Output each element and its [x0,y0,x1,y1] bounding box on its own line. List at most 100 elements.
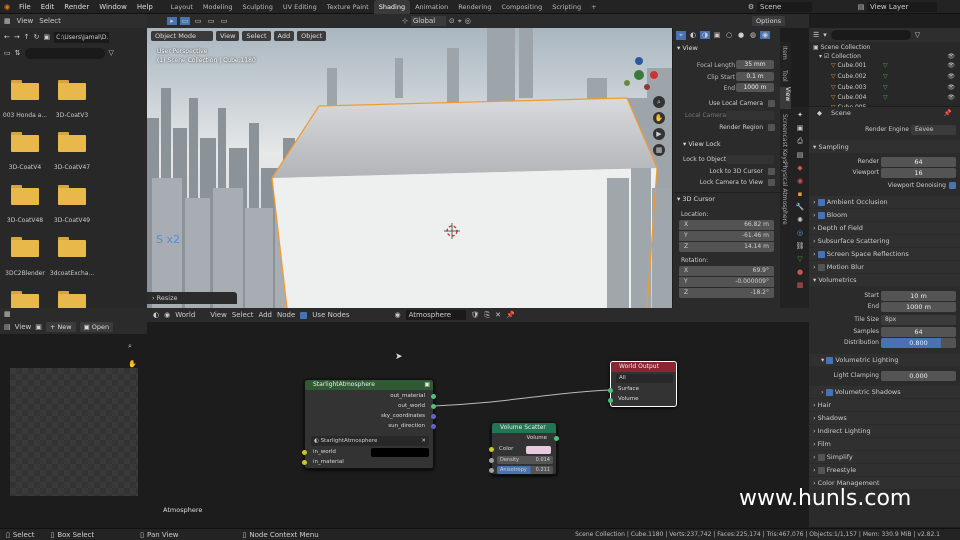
view-panel-header[interactable]: ▾ View [677,44,698,52]
outliner-item[interactable]: ▽ Cube.004 ▽ 👁 [831,94,959,101]
scatter-color-swatch[interactable] [526,446,551,454]
folder-icon[interactable] [58,80,86,100]
box-select-icon[interactable]: ▭ [180,17,190,25]
input-socket[interactable] [302,460,307,465]
xray-icon[interactable]: ▣ [712,31,722,39]
output-socket[interactable] [431,424,436,429]
motion-blur-panel[interactable]: › Motion Blur [809,261,960,273]
tool-settings-icon[interactable]: ✦ [797,111,803,119]
volumetric-shadows-checkbox[interactable] [825,388,833,396]
vol-end-field[interactable]: 1000 m [881,302,956,312]
local-camera-field[interactable] [726,111,774,120]
cursor-loc-x-field[interactable]: X 66.82 m [679,220,774,230]
display-mode-icon[interactable]: ▭ [4,49,11,57]
volumetric-lighting-checkbox[interactable] [826,356,834,364]
folder-icon[interactable] [58,132,86,152]
output-props-icon[interactable]: ⎙ [797,137,803,146]
render-engine-dropdown[interactable]: Eevee [911,125,956,135]
editor-type-icon[interactable]: ▦ [4,310,11,318]
menu-window[interactable]: Window [94,3,132,11]
zoom-icon[interactable]: ⌕ [128,342,132,351]
render-samples-field[interactable]: 64 [881,157,956,167]
vol-samples-field[interactable]: 64 [881,327,956,337]
indirect-lighting-panel[interactable]: › Indirect Lighting [809,425,960,437]
bloom-checkbox[interactable] [817,211,825,219]
input-socket[interactable] [302,450,307,455]
folder-icon[interactable] [11,132,39,152]
shading-rendered-icon[interactable]: ◉ [760,31,770,39]
freestyle-panel[interactable]: › Freestyle [809,464,960,476]
blender-logo-icon[interactable]: ◉ [0,3,14,11]
physics-props-icon[interactable]: ◎ [797,229,803,237]
hair-panel[interactable]: › Hair [809,399,960,411]
freestyle-checkbox[interactable] [817,466,825,474]
clip-start-field[interactable]: 0.1 m [736,72,774,81]
close-icon[interactable]: ✕ [421,436,426,446]
lock-camera-view-checkbox[interactable] [768,179,775,186]
particles-props-icon[interactable]: ✺ [797,216,803,224]
light-clamping-field[interactable]: 0.000 [881,371,956,381]
eye-icon[interactable]: 👁 [947,53,955,60]
tab-sculpting[interactable]: Sculpting [237,0,277,14]
snap-icon[interactable]: ⌖ [458,17,462,26]
folder-icon[interactable] [11,237,39,257]
eye-icon[interactable]: 👁 [947,94,955,101]
object-props-icon[interactable]: ▪ [798,190,803,198]
ssr-panel[interactable]: › Screen Space Reflections [809,248,960,260]
input-socket[interactable] [489,468,494,473]
orientation-value[interactable]: Global [410,16,446,26]
add-workspace-icon[interactable]: + [586,0,601,14]
outliner-item[interactable]: ▽ Cube.001 ▽ 👁 [831,62,959,69]
density-field[interactable]: Density 0.014 [497,456,553,464]
tab-item[interactable]: Item [781,46,788,60]
menu-render[interactable]: Render [59,3,94,11]
sort-icon[interactable]: ⇅ [15,49,21,57]
world-color-swatch[interactable] [371,448,429,457]
volumetric-lighting-panel[interactable]: ▾ Volumetric Lighting [809,354,960,366]
pin-icon[interactable]: 📌 [944,109,952,117]
motion-blur-checkbox[interactable] [817,263,825,271]
fb-menu-select[interactable]: Select [39,17,61,25]
world-props-icon[interactable]: ◉ [797,177,803,185]
viewport-denoising-checkbox[interactable] [949,182,956,189]
simplify-panel[interactable]: › Simplify [809,451,960,463]
shading-solid-icon[interactable]: ● [736,31,746,39]
view-layer-selector[interactable]: ▤ View Layer [855,2,937,12]
box-subtract-icon[interactable]: ▭ [206,17,216,25]
scene-props-icon[interactable]: ◆ [797,164,802,172]
3d-cursor-header[interactable]: ▾ 3D Cursor [677,195,715,203]
mode-dropdown[interactable]: Object Mode [151,31,213,41]
scene-name[interactable]: Scene [757,2,812,12]
distribution-slider[interactable]: 0.800 [881,338,956,348]
menu-help[interactable]: Help [132,3,158,11]
output-socket[interactable] [431,404,436,409]
gizmo-toggle-icon[interactable]: ◐ [688,31,698,39]
pivot-icon[interactable]: ⊙ [449,17,455,25]
node-editor[interactable]: ◐ ◉ World View Select Add Node Use Nodes… [147,308,911,528]
forward-icon[interactable]: → [14,33,20,41]
back-icon[interactable]: ← [4,33,10,41]
material-props-icon[interactable]: ● [797,268,803,276]
tab-tool[interactable]: Tool [781,70,788,82]
tab-scripting[interactable]: Scripting [547,0,586,14]
image-editor-mode-icon[interactable]: ▤ [4,323,11,331]
render-props-icon[interactable]: ▣ [797,124,804,132]
clip-end-field[interactable]: 1000 m [736,83,774,92]
transform-orientation[interactable]: ⊹ Global ⊙ ⌖ ◎ [402,16,471,26]
box-extend-icon[interactable]: ▭ [193,17,203,25]
render-region-checkbox[interactable] [768,124,775,131]
tab-compositing[interactable]: Compositing [496,0,547,14]
new-folder-icon[interactable]: ▣ [44,33,51,41]
input-socket[interactable] [608,388,613,393]
vp-menu-select[interactable]: Select [242,31,271,41]
output-socket[interactable] [431,414,436,419]
film-panel[interactable]: › Film [809,438,960,450]
focal-length-field[interactable]: 35 mm [736,60,774,69]
parent-dir-icon[interactable]: ↑ [24,33,30,41]
depth-of-field-panel[interactable]: › Depth of Field [809,222,960,234]
menu-edit[interactable]: Edit [36,3,60,11]
pan-hand-icon[interactable]: ✋ [128,360,137,368]
tab-shading[interactable]: Shading [373,0,411,14]
proportional-icon[interactable]: ◎ [465,17,471,25]
view-layer-name[interactable]: View Layer [867,2,937,12]
